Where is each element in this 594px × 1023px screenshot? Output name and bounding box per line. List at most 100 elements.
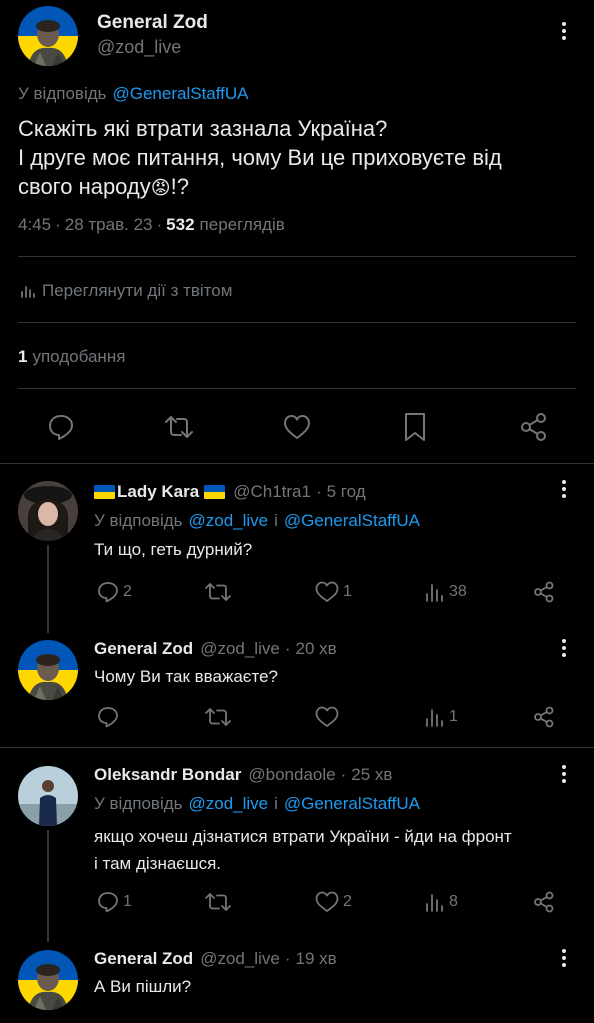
reply-text: А Ви пішли?	[94, 977, 192, 996]
like-count: 1	[343, 583, 352, 600]
author-handle[interactable]: @Ch1tra1	[233, 482, 311, 502]
tweet-text-line: І друге моє питання, чому Ви це приховує…	[18, 145, 502, 170]
share-button[interactable]	[532, 580, 556, 604]
separator: ·	[315, 482, 322, 501]
reply-text: Ти що, геть дурний?	[94, 540, 253, 559]
avatar[interactable]	[18, 950, 78, 1010]
share-icon[interactable]	[518, 411, 550, 443]
like-icon	[314, 890, 340, 914]
retweet-button[interactable]	[204, 705, 235, 729]
like-button[interactable]: 2	[314, 890, 352, 914]
reply-to-link[interactable]: @zod_live	[189, 794, 269, 814]
avatar[interactable]	[18, 6, 78, 66]
tweet-text-part: !?	[170, 174, 189, 199]
thread-line	[47, 545, 49, 633]
reply-prefix: У відповідь	[18, 84, 107, 103]
reply-age[interactable]: 20 хв	[296, 639, 337, 659]
more-options-icon[interactable]	[554, 637, 574, 659]
analytics-icon	[20, 283, 36, 299]
like-button[interactable]: 1	[314, 580, 352, 604]
tweet-meta: 4:45 · 28 трав. 23 · 532 переглядів	[18, 215, 285, 235]
views-icon	[424, 890, 446, 914]
tweet-text-line: Скажіть які втрати зазнала Україна?	[18, 116, 388, 141]
views-label: переглядів	[199, 215, 285, 234]
reply-to-link[interactable]: @GeneralStaffUA	[284, 794, 420, 814]
reply-age[interactable]: 5 год	[327, 482, 366, 502]
likes-count: 1	[18, 347, 28, 366]
reply-to-link[interactable]: @GeneralStaffUA	[284, 511, 420, 531]
reply-count: 2	[123, 583, 132, 600]
reply-text-line: і там дізнаєшся.	[94, 854, 222, 873]
reply-age[interactable]: 19 хв	[296, 949, 337, 969]
share-button[interactable]	[532, 890, 556, 914]
more-options-icon[interactable]	[554, 947, 574, 969]
reply-button[interactable]	[96, 705, 123, 729]
reply-icon[interactable]	[46, 412, 76, 442]
likes-summary[interactable]: 1 уподобання	[18, 347, 125, 367]
share-icon	[532, 890, 556, 914]
share-button[interactable]	[532, 705, 556, 729]
likes-label: уподобання	[32, 347, 126, 366]
lady-kara-avatar-icon	[18, 481, 78, 541]
author-handle[interactable]: @zod_live	[200, 949, 280, 969]
reply-button[interactable]: 1	[96, 890, 132, 914]
ukraine-flag-icon	[204, 485, 226, 499]
reply-header: Lady Kara @Ch1tra1 · 5 год	[94, 482, 366, 502]
author-name[interactable]: Oleksandr Bondar	[94, 765, 241, 785]
more-options-icon[interactable]	[554, 478, 574, 500]
retweet-icon[interactable]	[163, 412, 195, 442]
separator: ·	[156, 215, 163, 234]
more-options-icon[interactable]	[554, 20, 574, 42]
separator: ·	[284, 949, 291, 968]
tweet-time[interactable]: 4:45	[18, 215, 51, 235]
views-button[interactable]: 8	[424, 890, 458, 914]
reply-to-link[interactable]: @zod_live	[189, 511, 269, 531]
zod-avatar-icon	[18, 640, 78, 700]
reply-prefix: У відповідь	[94, 794, 183, 813]
separator: ·	[284, 639, 291, 658]
author-name[interactable]: Lady Kara	[117, 482, 199, 502]
author-handle[interactable]: @zod_live	[97, 37, 181, 58]
avatar[interactable]	[18, 640, 78, 700]
author-name[interactable]: General Zod	[97, 12, 208, 34]
zod-avatar-icon	[18, 950, 78, 1010]
like-icon	[314, 580, 340, 604]
like-icon[interactable]	[282, 413, 312, 441]
tweet-date[interactable]: 28 трав. 23	[65, 215, 153, 235]
angry-face-emoji: 😡	[150, 178, 171, 199]
reply-and: і	[274, 794, 278, 813]
oleksandr-avatar-icon	[18, 766, 78, 826]
avatar[interactable]	[18, 766, 78, 826]
views-button[interactable]: 38	[424, 580, 467, 604]
reply-button[interactable]: 2	[96, 580, 132, 604]
retweet-button[interactable]	[204, 580, 235, 604]
bookmark-icon[interactable]	[402, 411, 428, 443]
tweet-text-part: свого народу	[18, 174, 151, 199]
author-name[interactable]: General Zod	[94, 949, 193, 969]
tweet-activity-link[interactable]: Переглянути дії з твітом	[20, 281, 232, 301]
author-handle[interactable]: @zod_live	[200, 639, 280, 659]
author-name[interactable]: General Zod	[94, 639, 193, 659]
reply-icon	[96, 580, 120, 604]
like-button[interactable]	[314, 705, 343, 729]
tweet-text: Скажіть які втрати зазнала Україна? І др…	[18, 114, 502, 203]
share-icon	[532, 705, 556, 729]
views-button[interactable]: 1	[424, 705, 458, 729]
reply-to-link[interactable]: @GeneralStaffUA	[113, 84, 249, 104]
like-count: 2	[343, 893, 352, 910]
thread-line	[47, 830, 49, 942]
retweet-button[interactable]	[204, 890, 235, 914]
reply-context: У відповідь @GeneralStaffUA	[18, 84, 249, 104]
divider	[18, 256, 576, 257]
reply-header: General Zod @zod_live · 20 хв	[94, 639, 337, 659]
views-count: 8	[449, 893, 458, 910]
avatar[interactable]	[18, 481, 78, 541]
reply-context: У відповідь @zod_live і @GeneralStaffUA	[94, 794, 420, 814]
reply-icon	[96, 890, 120, 914]
author-handle[interactable]: @bondaole	[248, 765, 335, 785]
views-icon	[424, 705, 446, 729]
more-options-icon[interactable]	[554, 763, 574, 785]
divider	[0, 747, 594, 748]
like-icon	[314, 705, 340, 729]
reply-age[interactable]: 25 хв	[351, 765, 392, 785]
